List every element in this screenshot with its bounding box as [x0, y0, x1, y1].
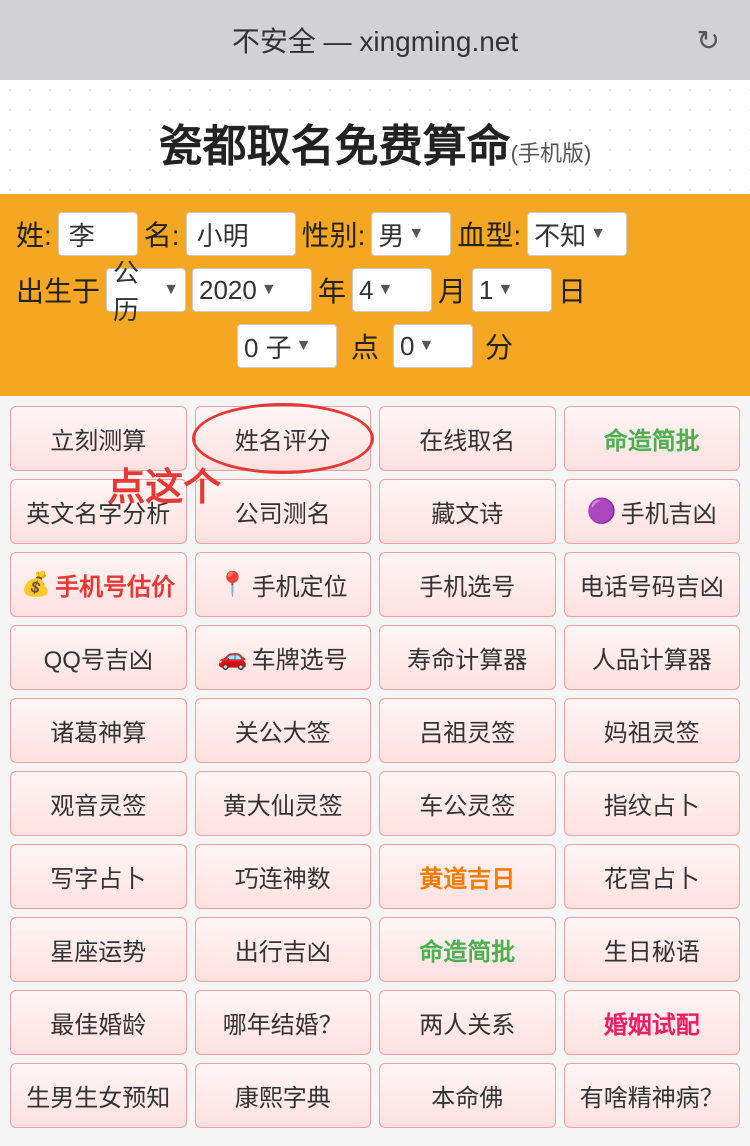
year-value: 2020: [199, 275, 261, 306]
btn-row-4: 诸葛神算 关公大签 吕祖灵签 妈祖灵签: [10, 698, 740, 763]
calendar-select[interactable]: 公历 ▼: [106, 268, 186, 312]
year-select[interactable]: 2020 ▼: [192, 268, 312, 312]
btn-mingzao-jipi2[interactable]: 命造简批: [379, 917, 556, 982]
browser-bar: 不安全 — xingming.net ↻: [0, 0, 750, 80]
btn-xiezhi[interactable]: 写字占卜: [10, 844, 187, 909]
month-select[interactable]: 4 ▼: [352, 268, 432, 312]
month-arrow-icon: ▼: [378, 281, 394, 299]
btn-chuxing[interactable]: 出行吉凶: [195, 917, 372, 982]
hour-arrow-icon: ▼: [296, 337, 312, 355]
btn-chegong[interactable]: 车公灵签: [379, 771, 556, 836]
blood-value: 不知: [534, 216, 590, 253]
hour-select[interactable]: 0 子 ▼: [237, 324, 337, 368]
dot-label: 点: [351, 326, 379, 366]
gender-label: 性别:: [302, 214, 366, 254]
month-label: 月: [438, 270, 466, 310]
btn-xingzuo[interactable]: 星座运势: [10, 917, 187, 982]
btn-huangdao[interactable]: 黄道吉日: [379, 844, 556, 909]
hour-value: 0 子: [244, 328, 296, 365]
btn-hunyin-shipei[interactable]: 婚姻试配: [564, 990, 741, 1055]
surname-input[interactable]: [58, 212, 138, 256]
form-row-2: 出生于 公历 ▼ 2020 ▼ 年 4 ▼ 月 1 ▼ 日: [16, 268, 734, 312]
btn-shouji-dingwei[interactable]: 📍手机定位: [195, 552, 372, 617]
gender-value: 男: [378, 216, 408, 253]
form-section: 姓: 名: 性别: 男 ▼ 血型: 不知 ▼ 出生于 公历 ▼ 2020: [0, 194, 750, 396]
minute-label: 分: [485, 326, 513, 366]
btn-zangwen-shi[interactable]: 藏文诗: [379, 479, 556, 544]
btn-mingzao-jipi[interactable]: 命造简批: [564, 406, 741, 471]
btn-guanyin[interactable]: 观音灵签: [10, 771, 187, 836]
minute-value: 0: [400, 331, 418, 362]
btn-shengri-miyu[interactable]: 生日秘语: [564, 917, 741, 982]
calendar-value: 公历: [113, 253, 163, 327]
btn-lice-suansuan[interactable]: 立刻测算: [10, 406, 187, 471]
btn-row-0: 立刻测算 姓名评分 在线取名 命造简批 点这个: [10, 406, 740, 471]
calendar-arrow-icon: ▼: [163, 281, 179, 299]
btn-row-6: 写字占卜 巧连神数 黄道吉日 花宫占卜: [10, 844, 740, 909]
day-value: 1: [479, 275, 497, 306]
btn-shouji-gujia[interactable]: 💰手机号估价: [10, 552, 187, 617]
name-input[interactable]: [186, 212, 296, 256]
browser-title: 不安全 — xingming.net: [20, 20, 730, 60]
btn-row-2: 💰手机号估价 📍手机定位 手机选号 电话号码吉凶: [10, 552, 740, 617]
page-title-section: 瓷都取名免费算命(手机版): [0, 80, 750, 194]
btn-shouming[interactable]: 寿命计算器: [379, 625, 556, 690]
btn-dianhua-jixiong[interactable]: 电话号码吉凶: [564, 552, 741, 617]
main-content: 瓷都取名免费算命(手机版) 姓: 名: 性别: 男 ▼ 血型: 不知 ▼ 出生于…: [0, 80, 750, 1146]
btn-zhinwen[interactable]: 指纹占卜: [564, 771, 741, 836]
year-arrow-icon: ▼: [261, 281, 277, 299]
page-title: 瓷都取名免费算命: [159, 122, 511, 171]
btn-shouji-jixiong[interactable]: 🟣手机吉凶: [564, 479, 741, 544]
btn-row-3: QQ号吉凶 🚗车牌选号 寿命计算器 人品计算器: [10, 625, 740, 690]
btn-zuijia-hunling[interactable]: 最佳婚龄: [10, 990, 187, 1055]
blood-label: 血型:: [457, 214, 521, 254]
refresh-icon[interactable]: ↻: [697, 24, 720, 57]
btn-yingwen-mingzi[interactable]: 英文名字分析: [10, 479, 187, 544]
name-label: 名:: [144, 214, 180, 254]
btn-shouji-xuanhao[interactable]: 手机选号: [379, 552, 556, 617]
btn-xingming-pingfen[interactable]: 姓名评分: [195, 406, 372, 471]
btn-liangren-guanxi[interactable]: 两人关系: [379, 990, 556, 1055]
btn-qq-jixiong[interactable]: QQ号吉凶: [10, 625, 187, 690]
gender-arrow-icon: ▼: [408, 225, 424, 243]
btn-row-1: 英文名字分析 公司测名 藏文诗 🟣手机吉凶: [10, 479, 740, 544]
day-arrow-icon: ▼: [498, 281, 514, 299]
btn-nanian-jiehun[interactable]: 哪年结婚？: [195, 990, 372, 1055]
day-select[interactable]: 1 ▼: [472, 268, 552, 312]
month-value: 4: [359, 275, 377, 306]
blood-arrow-icon: ▼: [590, 225, 606, 243]
btn-qiaolian[interactable]: 巧连神数: [195, 844, 372, 909]
btn-huagong[interactable]: 花宫占卜: [564, 844, 741, 909]
year-label: 年: [318, 270, 346, 310]
btn-row-5: 观音灵签 黄大仙灵签 车公灵签 指纹占卜: [10, 771, 740, 836]
form-row-3: 0 子 ▼ 点 0 ▼ 分: [16, 324, 734, 368]
minute-arrow-icon: ▼: [418, 337, 434, 355]
gender-select[interactable]: 男 ▼: [371, 212, 451, 256]
btn-row-7: 星座运势 出行吉凶 命造简批 生日秘语: [10, 917, 740, 982]
btn-row-8: 最佳婚龄 哪年结婚？ 两人关系 婚姻试配: [10, 990, 740, 1055]
btn-guangong[interactable]: 关公大签: [195, 698, 372, 763]
btn-mazu[interactable]: 妈祖灵签: [564, 698, 741, 763]
btn-lvzu[interactable]: 吕祖灵签: [379, 698, 556, 763]
btn-gongsi-cename[interactable]: 公司测名: [195, 479, 372, 544]
btn-zaixian-quming[interactable]: 在线取名: [379, 406, 556, 471]
minute-select[interactable]: 0 ▼: [393, 324, 473, 368]
btn-huangdaxian[interactable]: 黄大仙灵签: [195, 771, 372, 836]
day-label: 日: [558, 270, 586, 310]
page-subtitle: (手机版): [511, 141, 592, 166]
blood-select[interactable]: 不知 ▼: [527, 212, 627, 256]
buttons-section: 立刻测算 姓名评分 在线取名 命造简批 点这个 英文名字分析 公司测名 藏文诗 …: [0, 396, 750, 1146]
born-label: 出生于: [16, 270, 100, 310]
surname-label: 姓:: [16, 214, 52, 254]
btn-renpin[interactable]: 人品计算器: [564, 625, 741, 690]
btn-zhuge[interactable]: 诸葛神算: [10, 698, 187, 763]
form-row-1: 姓: 名: 性别: 男 ▼ 血型: 不知 ▼: [16, 212, 734, 256]
btn-chepai-xuanhao[interactable]: 🚗车牌选号: [195, 625, 372, 690]
